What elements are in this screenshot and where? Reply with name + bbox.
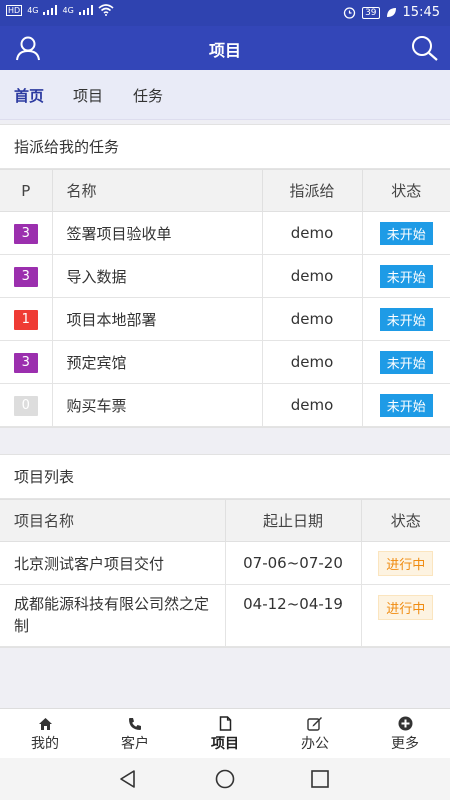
network-type-1: 4G [27,5,39,15]
nav-label: 客户 [121,736,149,752]
tab-bar: 首页 项目 任务 [0,70,450,120]
nav-projects[interactable]: 项目 [180,709,270,758]
nav-more[interactable]: 更多 [360,709,450,758]
tab-projects[interactable]: 项目 [73,85,103,106]
nav-mine[interactable]: 我的 [0,709,90,758]
task-name[interactable]: 签署项目验收单 [51,211,263,255]
clock: 15:45 [402,5,440,20]
task-assignee: demo [261,383,363,427]
signal-icon [78,5,93,15]
bottom-nav: 我的 客户 项目 办公 更多 [0,708,450,758]
app-bar: 项目 [0,26,450,70]
status-badge: 未开始 [379,221,433,245]
priority-badge: 0 [13,395,38,416]
priority-badge: 1 [13,309,38,330]
status-badge: 进行中 [378,595,434,620]
tab-tasks[interactable]: 任务 [133,85,163,106]
phone-icon [129,718,141,730]
back-icon[interactable] [118,769,138,789]
task-assignee: demo [261,297,363,341]
task-name[interactable]: 项目本地部署 [51,297,263,341]
recents-icon[interactable] [310,769,330,789]
task-assignee: demo [261,340,363,384]
priority-badge: 3 [13,266,38,287]
task-assignee: demo [261,254,363,298]
column-header-project-name: 项目名称 [0,499,226,542]
battery-icon: 39 [362,6,380,19]
task-name[interactable]: 导入数据 [51,254,263,298]
nav-label: 更多 [391,736,419,752]
priority-badge: 3 [13,223,38,244]
table-row[interactable]: 1 项目本地部署 demo 未开始 [0,297,450,341]
table-row[interactable]: 3 预定宾馆 demo 未开始 [0,340,450,384]
tab-home[interactable]: 首页 [14,85,44,106]
table-row[interactable]: 0 购买车票 demo 未开始 [0,383,450,427]
project-dates: 07-06~07-20 [224,541,362,585]
project-name[interactable]: 成都能源科技有限公司然之定制 [0,584,226,647]
plus-circle-icon [398,716,412,731]
signal-icon [43,5,58,15]
wifi-icon [98,4,114,16]
project-dates: 04-12~04-19 [224,584,362,647]
leaf-icon [386,8,396,17]
column-header-status: 状态 [360,499,450,542]
hd-label: HD [6,4,23,16]
page-title: 项目 [208,41,241,60]
assigned-tasks-card: 指派给我的任务 P 名称 指派给 状态 3 签署项目验收单 demo 未开始 3… [0,124,450,428]
table-row[interactable]: 3 导入数据 demo 未开始 [0,254,450,298]
status-badge: 未开始 [379,393,433,417]
column-header-status: 状态 [361,169,450,212]
card-title: 指派给我的任务 [0,125,450,169]
status-badge: 未开始 [379,307,433,331]
nav-label: 我的 [31,736,59,752]
edit-icon [307,717,322,731]
nav-office[interactable]: 办公 [270,709,360,758]
project-list-card: 项目列表 项目名称 起止日期 状态 北京测试客户项目交付 07-06~07-20… [0,454,450,648]
card-title: 项目列表 [0,455,450,499]
search-icon[interactable] [410,34,440,62]
home-circle-icon[interactable] [214,769,236,789]
table-row[interactable]: 北京测试客户项目交付 07-06~07-20 进行中 [0,541,450,585]
projects-table: 项目名称 起止日期 状态 北京测试客户项目交付 07-06~07-20 进行中 … [0,499,450,647]
table-row[interactable]: 成都能源科技有限公司然之定制 04-12~04-19 进行中 [0,584,450,647]
network-indicators: HD 4G 4G [6,4,114,16]
document-icon [219,716,231,731]
task-assignee: demo [261,211,363,255]
nav-label: 办公 [301,736,329,752]
column-header-priority: P [0,169,53,212]
status-badge: 未开始 [379,264,433,288]
column-header-assignee: 指派给 [261,169,363,212]
task-name[interactable]: 预定宾馆 [51,340,263,384]
status-bar: HD 4G 4G 39 15:45 [0,0,450,26]
table-header-row: 项目名称 起止日期 状态 [0,499,450,542]
home-icon [38,718,52,730]
column-header-dates: 起止日期 [224,499,362,542]
nav-label: 项目 [211,736,239,752]
tasks-table: P 名称 指派给 状态 3 签署项目验收单 demo 未开始 3 导入数据 de… [0,169,450,427]
network-type-2: 4G [62,5,74,15]
nav-customers[interactable]: 客户 [90,709,180,758]
column-header-name: 名称 [51,169,263,212]
alarm-icon [343,7,356,19]
project-name[interactable]: 北京测试客户项目交付 [0,541,226,585]
status-right: 39 15:45 [343,5,440,20]
status-badge: 进行中 [378,550,434,576]
priority-badge: 3 [13,352,38,373]
table-header-row: P 名称 指派给 状态 [0,169,450,212]
status-badge: 未开始 [379,350,433,374]
system-nav-bar [0,758,450,800]
table-row[interactable]: 3 签署项目验收单 demo 未开始 [0,211,450,255]
task-name[interactable]: 购买车票 [51,383,263,427]
